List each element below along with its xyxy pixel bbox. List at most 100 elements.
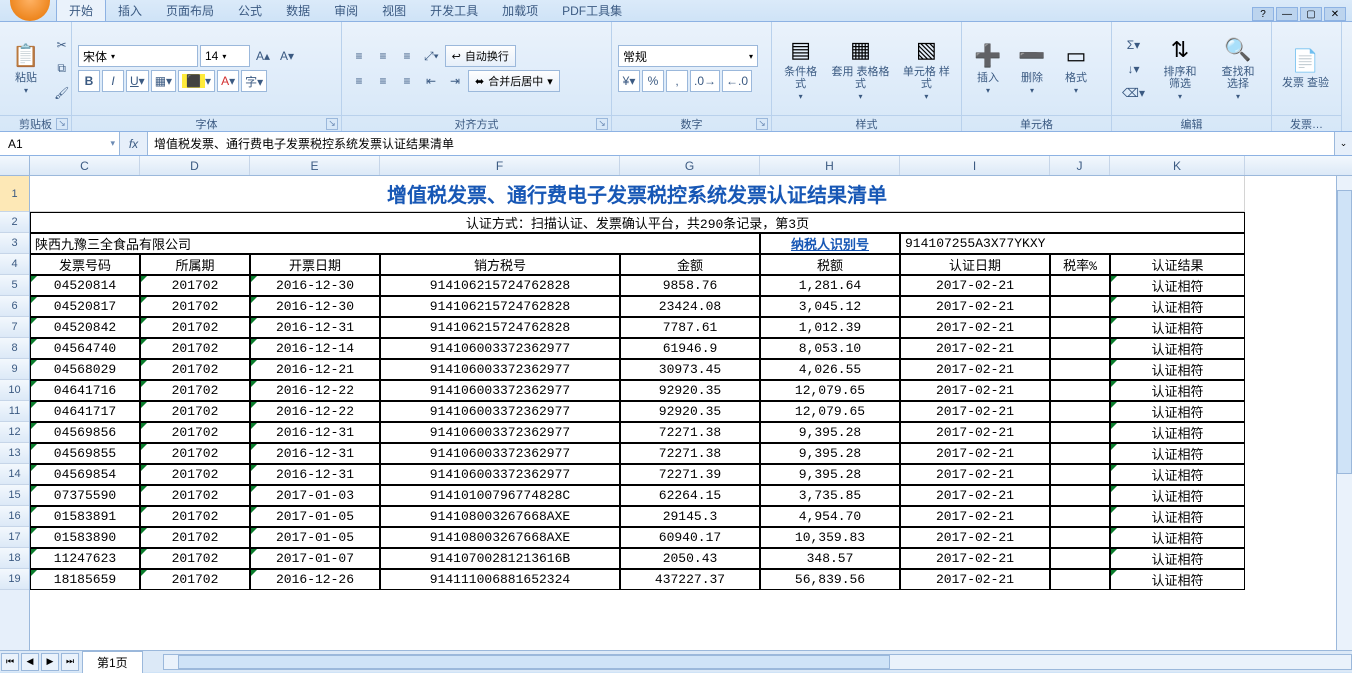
table-cell[interactable]: 认证相符 <box>1110 296 1245 317</box>
row-header[interactable]: 16 <box>0 506 29 527</box>
table-cell[interactable]: 914106003372362977 <box>380 359 620 380</box>
table-cell[interactable]: 2050.43 <box>620 548 760 569</box>
format-cells-button[interactable]: ▭格式▾ <box>1056 34 1096 104</box>
table-cell[interactable] <box>1050 296 1110 317</box>
table-cell[interactable]: 2017-01-05 <box>250 506 380 527</box>
col-header[interactable]: I <box>900 156 1050 175</box>
table-cell[interactable]: 认证相符 <box>1110 485 1245 506</box>
horizontal-scrollbar[interactable] <box>163 654 1352 670</box>
table-cell[interactable]: 201702 <box>140 338 250 359</box>
table-cell[interactable]: 10,359.83 <box>760 527 900 548</box>
table-cell[interactable]: 2016-12-22 <box>250 380 380 401</box>
table-cell[interactable]: 201702 <box>140 485 250 506</box>
table-cell[interactable]: 认证相符 <box>1110 338 1245 359</box>
table-cell[interactable]: 9,395.28 <box>760 443 900 464</box>
dialog-launcher-icon[interactable]: ↘ <box>596 118 608 130</box>
font-size-combo[interactable]: 14▾ <box>200 45 250 67</box>
currency-button[interactable]: ¥▾ <box>618 70 640 92</box>
table-cell[interactable] <box>1050 275 1110 296</box>
table-cell[interactable]: 2017-01-07 <box>250 548 380 569</box>
table-cell[interactable]: 2016-12-30 <box>250 296 380 317</box>
tab-layout[interactable]: 页面布局 <box>154 0 226 21</box>
invoice-verify-button[interactable]: 📄发票 查验 <box>1278 34 1333 104</box>
table-cell[interactable]: 8,053.10 <box>760 338 900 359</box>
table-cell[interactable]: 9858.76 <box>620 275 760 296</box>
table-cell[interactable]: 04569856 <box>30 422 140 443</box>
grid[interactable]: 增值税发票、通行费电子发票税控系统发票认证结果清单认证方式：扫描认证、发票确认平… <box>30 176 1336 650</box>
table-header[interactable]: 金额 <box>620 254 760 275</box>
table-cell[interactable]: 914106003372362977 <box>380 338 620 359</box>
table-cell[interactable]: 914108003267668AXE <box>380 506 620 527</box>
row-header[interactable]: 18 <box>0 548 29 569</box>
table-cell[interactable]: 2017-02-21 <box>900 296 1050 317</box>
close-icon[interactable]: ✕ <box>1324 7 1346 21</box>
table-cell[interactable]: 3,735.85 <box>760 485 900 506</box>
restore-icon[interactable]: ▢ <box>1300 7 1322 21</box>
fill-button[interactable]: ↓▾ <box>1118 58 1149 80</box>
table-cell[interactable]: 2017-02-21 <box>900 485 1050 506</box>
table-cell[interactable]: 201702 <box>140 275 250 296</box>
align-top-button[interactable]: ≡ <box>348 45 370 67</box>
underline-button[interactable]: U▾ <box>126 70 149 92</box>
table-cell[interactable]: 23424.08 <box>620 296 760 317</box>
fx-button[interactable]: fx <box>120 132 148 155</box>
table-cell[interactable]: 1,281.64 <box>760 275 900 296</box>
align-bottom-button[interactable]: ≡ <box>396 45 418 67</box>
tab-nav-last[interactable]: ⏭ <box>61 653 79 671</box>
row-header[interactable]: 15 <box>0 485 29 506</box>
align-right-button[interactable]: ≡ <box>396 70 418 92</box>
table-cell[interactable]: 2016-12-31 <box>250 443 380 464</box>
table-cell[interactable]: 914106003372362977 <box>380 401 620 422</box>
table-cell[interactable]: 91410100796774828C <box>380 485 620 506</box>
table-header[interactable]: 认证结果 <box>1110 254 1245 275</box>
clear-button[interactable]: ⌫▾ <box>1118 82 1149 104</box>
table-cell[interactable]: 72271.38 <box>620 443 760 464</box>
tab-insert[interactable]: 插入 <box>106 0 154 21</box>
table-cell[interactable]: 2017-02-21 <box>900 548 1050 569</box>
conditional-format-button[interactable]: ▤条件格式▾ <box>778 34 823 104</box>
row-header[interactable]: 19 <box>0 569 29 590</box>
table-header[interactable]: 税率% <box>1050 254 1110 275</box>
table-cell[interactable]: 2016-12-26 <box>250 569 380 590</box>
table-cell[interactable]: 认证相符 <box>1110 317 1245 338</box>
table-cell[interactable]: 91410700281213616B <box>380 548 620 569</box>
col-header[interactable]: D <box>140 156 250 175</box>
table-cell[interactable]: 04520814 <box>30 275 140 296</box>
comma-button[interactable]: , <box>666 70 688 92</box>
table-cell[interactable]: 914108003267668AXE <box>380 527 620 548</box>
table-cell[interactable]: 201702 <box>140 317 250 338</box>
table-header[interactable]: 开票日期 <box>250 254 380 275</box>
delete-cells-button[interactable]: ➖删除▾ <box>1012 34 1052 104</box>
table-cell[interactable]: 72271.38 <box>620 422 760 443</box>
table-cell[interactable]: 914111006881652324 <box>380 569 620 590</box>
tab-data[interactable]: 数据 <box>274 0 322 21</box>
table-cell[interactable]: 2017-02-21 <box>900 275 1050 296</box>
tab-nav-next[interactable]: ▶ <box>41 653 59 671</box>
cut-button[interactable]: ✂ <box>50 34 73 56</box>
minimize-icon[interactable]: — <box>1276 7 1298 21</box>
table-cell[interactable] <box>1050 506 1110 527</box>
table-cell[interactable]: 2016-12-30 <box>250 275 380 296</box>
table-cell[interactable]: 2017-02-21 <box>900 464 1050 485</box>
table-cell[interactable]: 92920.35 <box>620 380 760 401</box>
table-cell[interactable]: 2017-01-05 <box>250 527 380 548</box>
table-cell[interactable]: 92920.35 <box>620 401 760 422</box>
table-cell[interactable]: 2017-02-21 <box>900 527 1050 548</box>
table-cell[interactable] <box>1050 338 1110 359</box>
table-cell[interactable]: 4,026.55 <box>760 359 900 380</box>
table-cell[interactable]: 2016-12-31 <box>250 422 380 443</box>
select-all-corner[interactable] <box>0 156 30 175</box>
italic-button[interactable]: I <box>102 70 124 92</box>
name-box[interactable]: A1 <box>0 132 120 155</box>
col-header[interactable]: F <box>380 156 620 175</box>
align-left-button[interactable]: ≡ <box>348 70 370 92</box>
table-cell[interactable]: 1,012.39 <box>760 317 900 338</box>
align-middle-button[interactable]: ≡ <box>372 45 394 67</box>
table-cell[interactable]: 2017-02-21 <box>900 338 1050 359</box>
table-cell[interactable] <box>1050 485 1110 506</box>
table-cell[interactable] <box>1050 380 1110 401</box>
row-header[interactable]: 10 <box>0 380 29 401</box>
table-cell[interactable] <box>1050 548 1110 569</box>
table-cell[interactable]: 201702 <box>140 569 250 590</box>
table-cell[interactable]: 04569854 <box>30 464 140 485</box>
